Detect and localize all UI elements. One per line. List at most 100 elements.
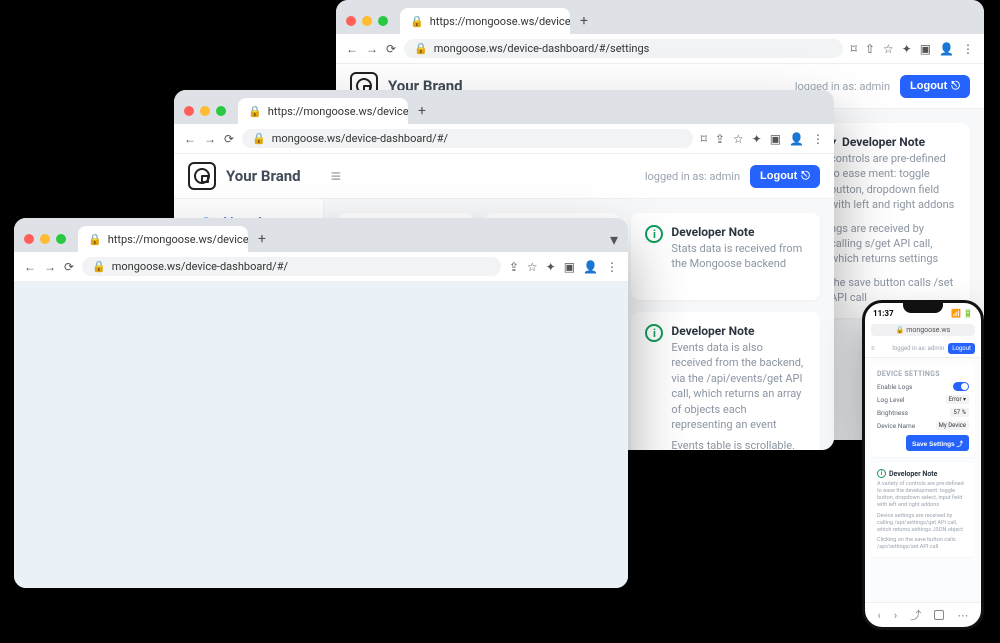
- window-controls: [184, 106, 226, 116]
- lock-icon: 🔒: [92, 260, 106, 273]
- back-icon[interactable]: ‹: [878, 609, 881, 622]
- tab-bar: 🔒 https://mongoose.ws/device-d ✕ +: [174, 90, 834, 124]
- logout-button[interactable]: Logout ⎋: [900, 75, 970, 98]
- logout-button[interactable]: Logout ⎋: [750, 165, 820, 188]
- setting-device-name: Device Name My Device: [877, 421, 969, 430]
- browser-tab[interactable]: 🔒 https://mongoose.ws/device-d ✕: [400, 8, 570, 34]
- url-field[interactable]: 🔒 mongoose.ws/device-dashboard/#/setting…: [404, 39, 843, 58]
- toolbar-icons: ⌑ ⇪ ☆ ✦ ▣ 👤 ⋮: [701, 132, 824, 146]
- avatar-icon[interactable]: 👤: [583, 260, 598, 274]
- lock-icon: 🔒: [414, 42, 428, 55]
- device-name-input[interactable]: My Device: [936, 421, 969, 430]
- minimize-window-icon[interactable]: [200, 106, 210, 116]
- maximize-window-icon[interactable]: [56, 234, 66, 244]
- browser-window-login: 🔒 https://mongoose.ws/device-d ✕ + ▾ ← →…: [14, 218, 628, 588]
- note-text: Device settings are received by calling …: [877, 513, 969, 534]
- new-tab-button[interactable]: +: [418, 103, 426, 119]
- share-icon[interactable]: ⇧: [865, 42, 875, 56]
- url-field[interactable]: 🔒 mongoose.ws/device-dashboard/#/: [82, 257, 501, 276]
- extensions-icon[interactable]: ✦: [902, 42, 912, 56]
- reload-icon[interactable]: ⟳: [386, 42, 396, 56]
- forward-icon[interactable]: →: [44, 260, 56, 274]
- toggle-enable-logs[interactable]: [953, 382, 969, 391]
- back-icon[interactable]: ←: [346, 42, 358, 56]
- avatar-icon[interactable]: 👤: [939, 42, 954, 56]
- log-level-select[interactable]: Error ▾: [946, 395, 969, 404]
- window-controls: [346, 16, 388, 26]
- back-icon[interactable]: ←: [24, 260, 36, 274]
- note-title: ▾ Developer Note: [830, 135, 956, 149]
- browser-tab[interactable]: 🔒 https://mongoose.ws/device-d ✕: [238, 98, 408, 124]
- key-icon[interactable]: ⌑: [851, 42, 857, 56]
- url-text: mongoose.ws/device-dashboard/#/: [112, 260, 288, 273]
- url-field[interactable]: 🔒 mongoose.ws/device-dashboard/#/: [242, 129, 693, 148]
- note-text: Events data is also received from the ba…: [671, 340, 806, 432]
- star-icon[interactable]: ☆: [883, 42, 894, 56]
- note-text: A variety of controls are pre-defined to…: [877, 481, 969, 510]
- minimize-window-icon[interactable]: [40, 234, 50, 244]
- info-icon: i: [645, 225, 663, 243]
- logged-in-text: logged in as: admin: [645, 170, 740, 183]
- lock-icon: 🔒: [248, 105, 262, 118]
- reload-icon[interactable]: ⟳: [224, 132, 234, 146]
- url-text: mongoose.ws/device-dashboard/#/: [272, 132, 448, 145]
- share-icon[interactable]: ⇪: [509, 260, 519, 274]
- address-bar: ← → ⟳ 🔒 mongoose.ws/device-dashboard/#/ …: [174, 124, 834, 154]
- setting-brightness: Brightness 57 %: [877, 408, 969, 417]
- star-icon[interactable]: ☆: [527, 260, 538, 274]
- new-tab-button[interactable]: +: [580, 13, 588, 29]
- browser-tab[interactable]: 🔒 https://mongoose.ws/device-d ✕: [78, 226, 248, 252]
- note-title: Developer Note: [671, 324, 806, 338]
- minimize-window-icon[interactable]: [362, 16, 372, 26]
- save-settings-button[interactable]: Save Settings ⤴: [906, 435, 969, 451]
- settings-title: DEVICE SETTINGS: [877, 370, 969, 378]
- close-window-icon[interactable]: [346, 16, 356, 26]
- star-icon[interactable]: ☆: [733, 132, 744, 146]
- forward-icon[interactable]: ›: [894, 609, 897, 622]
- maximize-window-icon[interactable]: [378, 16, 388, 26]
- note-title: Developer Note: [671, 225, 806, 239]
- stats-note: i Developer Note Stats data is received …: [631, 213, 820, 300]
- note-title: Developer Note: [889, 470, 937, 478]
- hamburger-icon[interactable]: ≡: [331, 166, 342, 187]
- info-icon: i: [645, 324, 663, 342]
- panel-icon[interactable]: ▣: [770, 132, 781, 146]
- kebab-icon[interactable]: ⋮: [962, 42, 974, 56]
- panel-icon[interactable]: ▣: [564, 260, 575, 274]
- key-icon[interactable]: ⌑: [701, 132, 707, 146]
- mobile-note-card: i Developer Note A variety of controls a…: [871, 463, 975, 557]
- forward-icon[interactable]: →: [204, 132, 216, 146]
- share-icon[interactable]: ⤴: [910, 607, 921, 623]
- extensions-icon[interactable]: ✦: [752, 132, 762, 146]
- forward-icon[interactable]: →: [366, 42, 378, 56]
- logout-icon: ⎋: [951, 80, 960, 93]
- window-controls: [24, 234, 66, 244]
- kebab-icon[interactable]: ⋮: [606, 260, 618, 274]
- close-window-icon[interactable]: [184, 106, 194, 116]
- share-icon[interactable]: ⇪: [715, 132, 725, 146]
- panel-icon[interactable]: ▣: [920, 42, 931, 56]
- note-text: Events table is scrollable. Table header…: [671, 438, 806, 450]
- logout-icon: ⎋: [801, 170, 810, 183]
- logout-button[interactable]: Logout: [948, 343, 975, 354]
- reload-icon[interactable]: ⟳: [64, 260, 74, 274]
- setting-enable-logs: Enable Logs: [877, 382, 969, 391]
- avatar-icon[interactable]: 👤: [789, 132, 804, 146]
- back-icon[interactable]: ←: [184, 132, 196, 146]
- mobile-url[interactable]: 🔒 mongoose.ws: [871, 324, 975, 336]
- close-window-icon[interactable]: [24, 234, 34, 244]
- mobile-settings-card: DEVICE SETTINGS Enable Logs Log Level Er…: [871, 364, 975, 457]
- kebab-icon[interactable]: ⋮: [812, 132, 824, 146]
- hamburger-icon[interactable]: ≡: [871, 345, 875, 352]
- phone-notch: [903, 303, 943, 313]
- events-note: i Developer Note Events data is also rec…: [631, 312, 820, 450]
- chevron-down-icon[interactable]: ▾: [610, 230, 618, 249]
- app-header: Your Brand ≡ logged in as: admin Logout …: [174, 154, 834, 199]
- bookmarks-icon[interactable]: [934, 610, 944, 620]
- maximize-window-icon[interactable]: [216, 106, 226, 116]
- mobile-app-header: ≡ logged in as: admin Logout: [865, 340, 981, 358]
- brightness-input[interactable]: 57 %: [950, 408, 969, 417]
- extensions-icon[interactable]: ✦: [546, 260, 556, 274]
- tabs-icon[interactable]: ⋯: [957, 609, 968, 622]
- new-tab-button[interactable]: +: [258, 231, 266, 247]
